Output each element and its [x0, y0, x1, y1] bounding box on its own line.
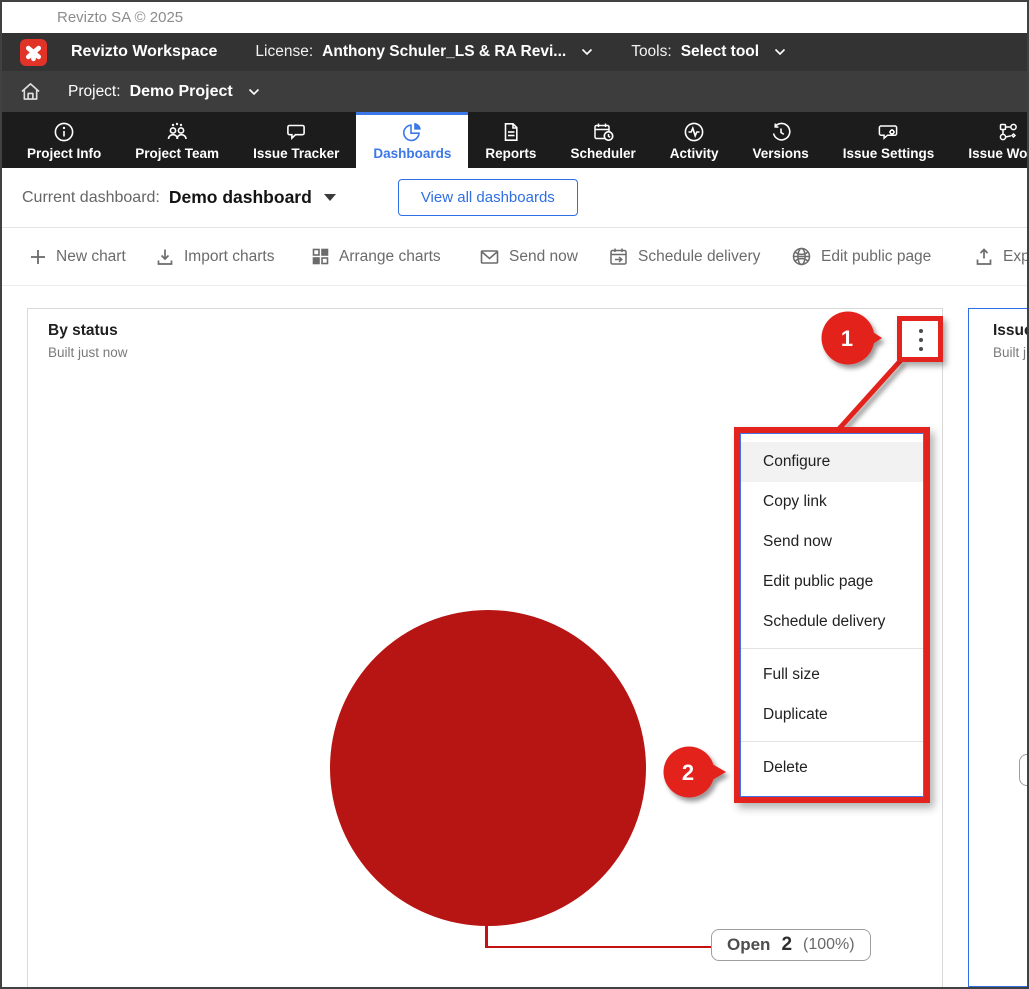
pie-data-label: Open 2 (100%) — [711, 929, 871, 961]
chart-built-timestamp: Built j — [993, 345, 1027, 360]
pie-label-count: 2 — [781, 934, 793, 955]
send-now-button[interactable]: Send now — [480, 228, 578, 285]
menu-separator — [741, 648, 923, 649]
menu-item-delete[interactable]: Delete — [741, 748, 923, 788]
current-dashboard-value: Demo dashboard — [168, 187, 312, 207]
workflow-icon — [997, 121, 1019, 143]
app-title: Revizto Workspace — [71, 43, 218, 60]
license-label: License: — [255, 43, 314, 60]
menu-item-edit-public-page[interactable]: Edit public page — [741, 562, 923, 602]
license-dropdown[interactable]: Anthony Schuler_LS & RA Revi... — [313, 43, 593, 61]
tab-versions[interactable]: Versions — [736, 112, 826, 168]
tab-scheduler[interactable]: Scheduler — [553, 112, 652, 168]
info-icon — [53, 121, 75, 143]
document-icon — [500, 121, 522, 143]
menu-item-full-size[interactable]: Full size — [741, 655, 923, 695]
pie-label-percent: (100%) — [803, 936, 855, 953]
tab-bar: Project Info Project Team Issue Tracker … — [2, 112, 1027, 168]
menu-item-duplicate[interactable]: Duplicate — [741, 695, 923, 735]
calendar-send-icon — [609, 247, 628, 266]
annotation-highlight-box-menu: Configure Copy link Send now Edit public… — [734, 427, 930, 803]
project-bar: Project: Demo Project — [2, 71, 1027, 112]
dashboard-dropdown[interactable]: Demo dashboard — [160, 187, 336, 208]
chevron-down-icon — [774, 48, 786, 56]
caret-down-icon — [323, 194, 336, 201]
pie-leader-line — [485, 945, 711, 948]
home-icon[interactable] — [20, 82, 41, 101]
tools-dropdown[interactable]: Select tool — [672, 43, 786, 61]
chat-icon — [285, 121, 307, 143]
tools-value: Select tool — [680, 43, 760, 60]
project-label: Project: — [68, 82, 121, 100]
export-icon — [975, 247, 993, 266]
grid-icon — [312, 248, 329, 265]
globe-icon — [792, 247, 811, 266]
license-value: Anthony Schuler_LS & RA Revi... — [322, 43, 567, 60]
copyright-bar: Revizto SA © 2025 — [2, 2, 1027, 33]
import-charts-button[interactable]: Import charts — [156, 228, 274, 285]
dashboard-toolbar: New chart Import charts Arrange charts S… — [2, 228, 1027, 286]
export-button[interactable]: Expo — [975, 228, 1027, 285]
plus-icon — [30, 249, 46, 265]
copyright-text: Revizto SA © 2025 — [57, 9, 184, 26]
pie-leader-line — [485, 921, 488, 948]
tab-project-team[interactable]: Project Team — [118, 112, 236, 168]
chart-context-menu: Configure Copy link Send now Edit public… — [740, 433, 924, 797]
tab-reports[interactable]: Reports — [468, 112, 553, 168]
pie-label-name: Open — [727, 935, 771, 954]
chart-built-timestamp: Built just now — [48, 345, 128, 360]
current-dashboard-label: Current dashboard: — [22, 188, 160, 206]
calendar-clock-icon — [592, 121, 615, 143]
menu-item-schedule-delivery[interactable]: Schedule delivery — [741, 602, 923, 642]
chart-menu-kebab-icon[interactable] — [909, 320, 933, 360]
tab-dashboards[interactable]: Dashboards — [356, 112, 469, 168]
menu-item-configure[interactable]: Configure — [741, 442, 923, 482]
envelope-icon — [480, 249, 499, 265]
pie-slice-open[interactable] — [330, 610, 646, 926]
pie-data-label — [1019, 754, 1027, 786]
menu-item-copy-link[interactable]: Copy link — [741, 482, 923, 522]
schedule-delivery-button[interactable]: Schedule delivery — [609, 228, 760, 285]
chat-gear-icon — [877, 121, 901, 143]
tab-issue-settings[interactable]: Issue Settings — [826, 112, 952, 168]
project-value: Demo Project — [129, 82, 233, 100]
arrange-charts-button[interactable]: Arrange charts — [312, 228, 441, 285]
chart-title: By status — [48, 322, 118, 339]
tab-issue-tracker[interactable]: Issue Tracker — [236, 112, 356, 168]
chevron-down-icon — [248, 88, 260, 96]
new-chart-button[interactable]: New chart — [30, 228, 126, 285]
tab-activity[interactable]: Activity — [653, 112, 736, 168]
history-icon — [770, 121, 792, 143]
tab-issue-workflows[interactable]: Issue Workfl — [951, 112, 1027, 168]
chevron-down-icon — [581, 48, 593, 56]
chart-title: Issue — [993, 322, 1029, 339]
tools-label: Tools: — [631, 43, 672, 60]
tab-project-info[interactable]: Project Info — [10, 112, 118, 168]
edit-public-page-button[interactable]: Edit public page — [792, 228, 931, 285]
current-dashboard-bar: Current dashboard: Demo dashboard View a… — [2, 168, 1027, 228]
revizto-logo-icon — [20, 38, 47, 66]
team-icon — [165, 121, 189, 143]
menu-item-send-now[interactable]: Send now — [741, 522, 923, 562]
activity-icon — [683, 121, 705, 143]
revizto-workspace-window: Revizto SA © 2025 Revizto Workspace Lice… — [0, 0, 1029, 989]
chart-card-issues: Issue Built j — [968, 308, 1029, 987]
view-all-dashboards-button[interactable]: View all dashboards — [397, 179, 578, 216]
app-header: Revizto Workspace License: Anthony Schul… — [2, 33, 1027, 71]
menu-separator — [741, 741, 923, 742]
project-dropdown[interactable]: Demo Project — [121, 83, 260, 101]
import-icon — [156, 248, 174, 266]
pie-icon — [401, 121, 423, 143]
